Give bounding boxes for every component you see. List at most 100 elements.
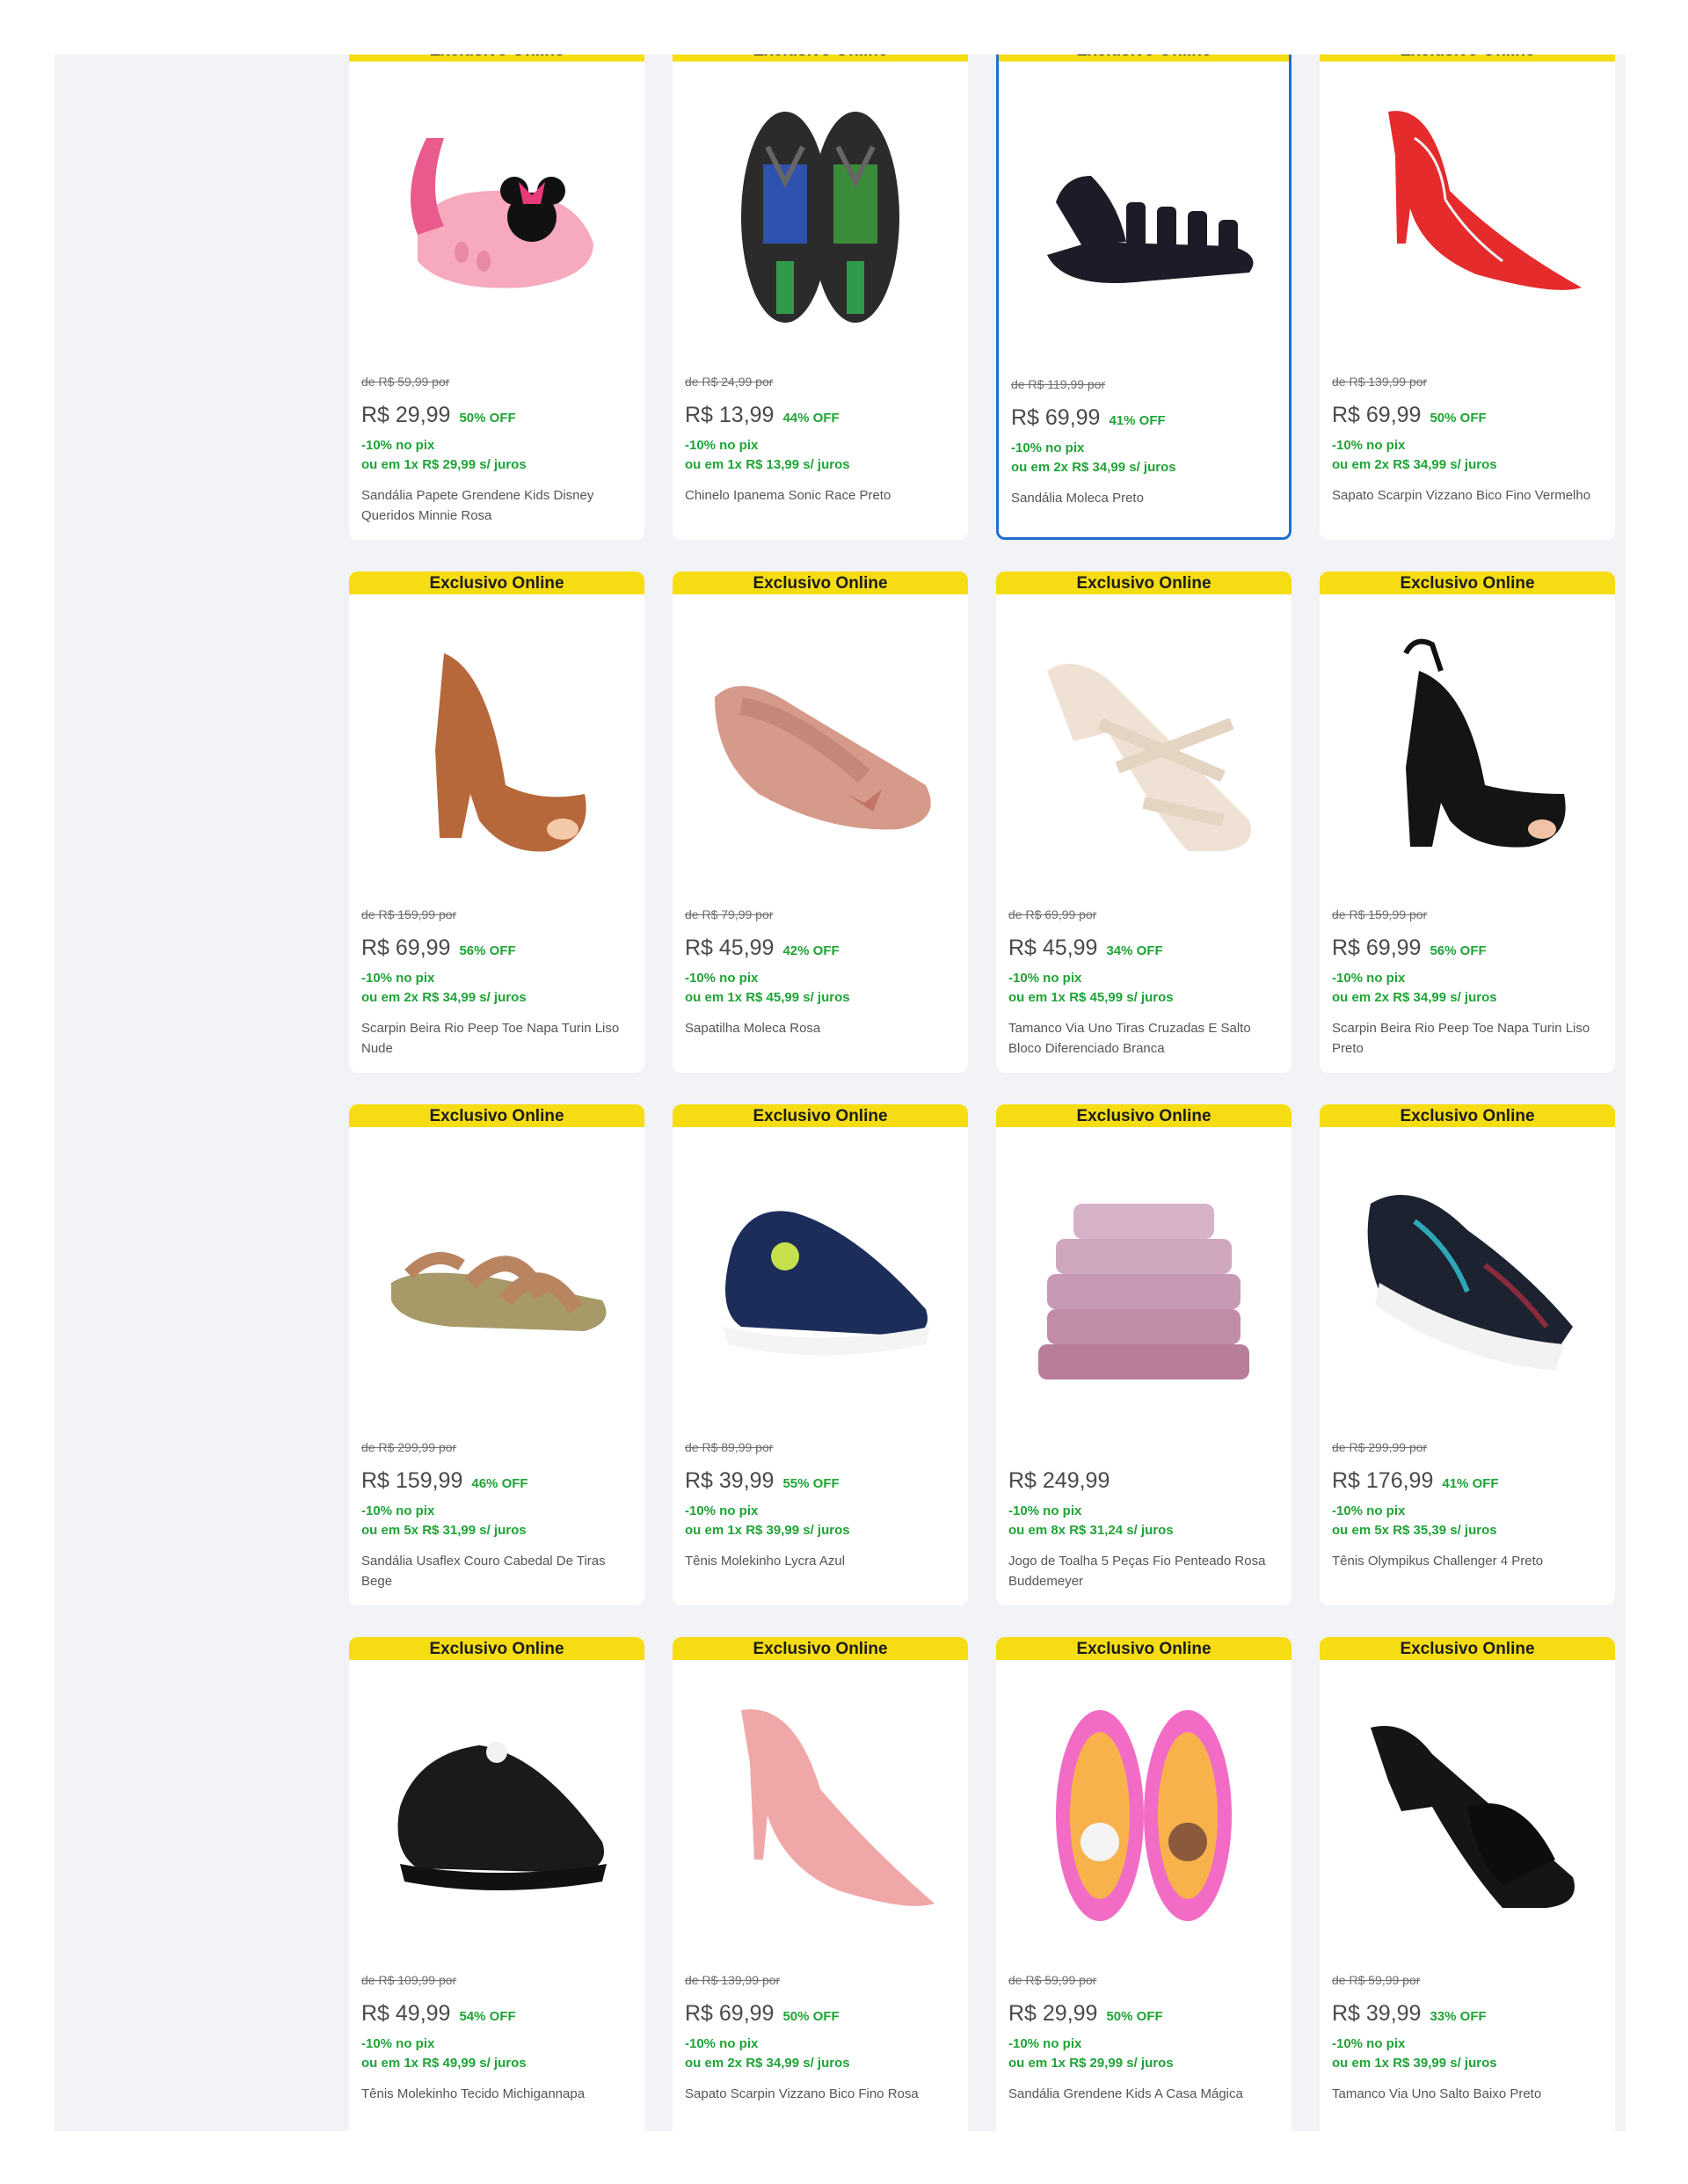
product-info: de R$ 79,99 por R$ 45,99 42% OFF -10% no pi… [685, 907, 957, 1038]
current-price: R$ 39,99 [1332, 2001, 1422, 2026]
old-price: de R$ 89,99 por [685, 1440, 774, 1454]
product-card[interactable]: Exclusivo Online de R$ 59,99 por R$ 29,99 5… [996, 1637, 1291, 2131]
current-price: R$ 69,99 [1332, 935, 1422, 960]
old-price: de R$ 139,99 por [1332, 375, 1428, 389]
pix-discount: -10% no pix [361, 2036, 435, 2051]
product-image[interactable] [363, 607, 630, 897]
discount-label: 41% OFF [1442, 1476, 1499, 1491]
product-title[interactable]: Tênis Molekinho Tecido Michigannapa [361, 2084, 634, 2104]
pump-shoe-icon [1335, 85, 1599, 353]
product-image[interactable] [1334, 607, 1601, 897]
product-grid: Exclusivo Online de R$ 59,99 por R$ 29,99 5… [349, 55, 1615, 2131]
old-price: de R$ 59,99 por [1332, 1973, 1421, 1987]
price-row: R$ 69,99 50% OFF [685, 2001, 957, 2026]
product-image[interactable] [1334, 1139, 1601, 1430]
product-card[interactable]: Exclusivo Online de R$ 59,99 por R$ 29,99 5… [349, 55, 644, 540]
current-price: R$ 176,99 [1332, 1468, 1434, 1493]
product-card[interactable]: Exclusivo Online de R$ 79,99 por R$ 45,99 4… [673, 571, 968, 1073]
installment-info: ou em 5x R$ 35,39 s/ juros [1332, 1523, 1497, 1538]
product-card[interactable]: Exclusivo Online de R$ 159,99 por R$ 69,99… [349, 571, 644, 1073]
product-card[interactable]: Exclusivo Online de R$ 89,99 por R$ 39,99 5… [673, 1104, 968, 1605]
exclusive-online-badge: Exclusivo Online [349, 1637, 644, 1660]
installment-info: ou em 5x R$ 31,99 s/ juros [361, 1523, 527, 1538]
price-row: R$ 249,99 [1008, 1468, 1281, 1493]
product-image[interactable] [1010, 1672, 1277, 1962]
installment-info: ou em 1x R$ 45,99 s/ juros [685, 990, 850, 1005]
product-title[interactable]: Sapatilha Moleca Rosa [685, 1018, 957, 1038]
flat-sandal-icon [365, 1151, 629, 1419]
installment-info: ou em 2x R$ 34,99 s/ juros [685, 2056, 850, 2071]
installment-info: ou em 1x R$ 49,99 s/ juros [361, 2056, 527, 2071]
product-card[interactable]: Exclusivo Online de R$ 24,99 por R$ 13,99 4… [673, 55, 968, 540]
product-card[interactable]: Exclusivo Online de R$ 119,99 por R$ 69,99… [996, 55, 1291, 540]
pix-discount: -10% no pix [1332, 1503, 1406, 1518]
price-row: R$ 39,99 33% OFF [1332, 2001, 1604, 2026]
product-title[interactable]: Scarpin Beira Rio Peep Toe Napa Turin Li… [361, 1018, 634, 1059]
product-card[interactable]: Exclusivo Online de R$ 139,99 por R$ 69,99… [673, 1637, 968, 2131]
price-row: R$ 29,99 50% OFF [361, 403, 634, 427]
product-image[interactable] [687, 1139, 954, 1430]
installment-info: ou em 1x R$ 39,99 s/ juros [685, 1523, 850, 1538]
product-image[interactable] [1010, 607, 1277, 897]
product-image[interactable] [687, 74, 954, 364]
product-title[interactable]: Sapato Scarpin Vizzano Bico Fino Rosa [685, 2084, 957, 2104]
product-image[interactable] [1334, 74, 1601, 364]
pix-discount: -10% no pix [685, 971, 759, 986]
product-card[interactable]: Exclusivo Online de R$ 69,99 por R$ 45,99 3… [996, 571, 1291, 1073]
discount-label: 56% OFF [459, 943, 516, 958]
discount-label: 50% OFF [1106, 2009, 1163, 2024]
discount-label: 56% OFF [1430, 943, 1487, 958]
old-price: de R$ 159,99 por [361, 907, 457, 921]
exclusive-online-badge: Exclusivo Online [673, 55, 968, 62]
product-image[interactable] [687, 1672, 954, 1962]
product-title[interactable]: Sandália Grendene Kids A Casa Mágica [1008, 2084, 1281, 2104]
product-image[interactable] [363, 74, 630, 364]
product-title[interactable]: Chinelo Ipanema Sonic Race Preto [685, 485, 957, 506]
product-title[interactable]: Tênis Olympikus Challenger 4 Preto [1332, 1551, 1604, 1571]
discount-label: 33% OFF [1430, 2009, 1487, 2024]
price-row: R$ 45,99 34% OFF [1008, 935, 1281, 960]
product-info: de R$ 59,99 por R$ 29,99 50% OFF -10% no pi… [361, 375, 634, 526]
price-row: R$ 69,99 56% OFF [1332, 935, 1604, 960]
price-row: R$ 176,99 41% OFF [1332, 1468, 1604, 1493]
product-info: de R$ 69,99 por R$ 45,99 34% OFF -10% no pi… [1008, 907, 1281, 1059]
product-card[interactable]: Exclusivo Online de R$ 139,99 por R$ 69,99… [1320, 55, 1615, 540]
product-title[interactable]: Jogo de Toalha 5 Peças Fio Penteado Rosa… [1008, 1551, 1281, 1591]
old-price: de R$ 24,99 por [685, 375, 774, 389]
product-title[interactable]: Sandália Papete Grendene Kids Disney Que… [361, 485, 634, 526]
product-title[interactable]: Tamanco Via Uno Salto Baixo Preto [1332, 2084, 1604, 2104]
product-title[interactable]: Sapato Scarpin Vizzano Bico Fino Vermelh… [1332, 485, 1604, 506]
current-price: R$ 69,99 [1332, 403, 1422, 427]
installment-info: ou em 2x R$ 34,99 s/ juros [1332, 990, 1497, 1005]
product-info: de R$ 24,99 por R$ 13,99 44% OFF -10% no pi… [685, 375, 957, 506]
product-title[interactable]: Scarpin Beira Rio Peep Toe Napa Turin Li… [1332, 1018, 1604, 1059]
product-image[interactable] [363, 1139, 630, 1430]
installment-info: ou em 1x R$ 29,99 s/ juros [1008, 2056, 1174, 2071]
current-price: R$ 29,99 [1008, 2001, 1098, 2026]
product-info: de R$ 139,99 por R$ 69,99 50% OFF -10% no p… [1332, 375, 1604, 506]
towel-stack-icon [1012, 1151, 1276, 1419]
product-title[interactable]: Sandália Usaflex Couro Cabedal De Tiras … [361, 1551, 634, 1591]
product-title[interactable]: Tamanco Via Uno Tiras Cruzadas E Salto B… [1008, 1018, 1281, 1059]
mule-sandal-icon [1012, 618, 1276, 886]
exclusive-online-badge: Exclusivo Online [673, 1104, 968, 1127]
installment-info: ou em 2x R$ 34,99 s/ juros [1332, 457, 1497, 472]
pix-discount: -10% no pix [685, 2036, 759, 2051]
product-card[interactable]: Exclusivo Online de R$ 299,99 por R$ 176,9… [1320, 1104, 1615, 1605]
product-image[interactable] [1334, 1672, 1601, 1962]
product-title[interactable]: Sandália Moleca Preto [1011, 488, 1278, 508]
product-card[interactable]: Exclusivo Online de R$ 59,99 por R$ 39,99 3… [1320, 1637, 1615, 2131]
product-image[interactable] [687, 607, 954, 897]
product-card[interactable]: Exclusivo Online de R$ 299,99 por R$ 159,9… [349, 1104, 644, 1605]
product-card[interactable]: Exclusivo Online de R$ 109,99 por R$ 49,99… [349, 1637, 644, 2131]
installment-info: ou em 1x R$ 29,99 s/ juros [361, 457, 527, 472]
discount-label: 44% OFF [782, 411, 840, 426]
product-card[interactable]: Exclusivo Online R$ 249,99 -10% no pix ou e… [996, 1104, 1291, 1605]
product-image[interactable] [1010, 1139, 1277, 1430]
product-image[interactable] [1013, 76, 1275, 367]
product-card[interactable]: Exclusivo Online de R$ 159,99 por R$ 69,99… [1320, 571, 1615, 1073]
product-info: de R$ 299,99 por R$ 176,99 41% OFF -10% no … [1332, 1440, 1604, 1571]
old-price: de R$ 299,99 por [1332, 1440, 1428, 1454]
product-title[interactable]: Tênis Molekinho Lycra Azul [685, 1551, 957, 1571]
product-image[interactable] [363, 1672, 630, 1962]
